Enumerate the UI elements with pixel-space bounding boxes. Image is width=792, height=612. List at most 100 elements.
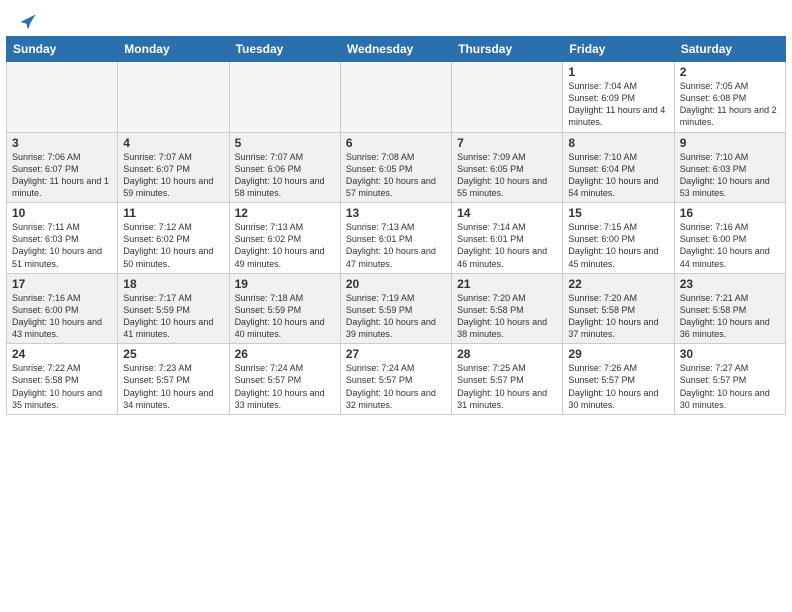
- weekday-header-tuesday: Tuesday: [229, 37, 340, 62]
- day-cell: 16Sunrise: 7:16 AMSunset: 6:00 PMDayligh…: [674, 203, 785, 274]
- calendar-table: SundayMondayTuesdayWednesdayThursdayFrid…: [6, 36, 786, 415]
- day-cell: 11Sunrise: 7:12 AMSunset: 6:02 PMDayligh…: [118, 203, 229, 274]
- day-cell: 22Sunrise: 7:20 AMSunset: 5:58 PMDayligh…: [563, 273, 674, 344]
- day-cell: 27Sunrise: 7:24 AMSunset: 5:57 PMDayligh…: [340, 344, 451, 415]
- weekday-header-sunday: Sunday: [7, 37, 118, 62]
- header: [0, 0, 792, 36]
- day-info: Sunrise: 7:08 AMSunset: 6:05 PMDaylight:…: [346, 151, 446, 200]
- day-cell: 2Sunrise: 7:05 AMSunset: 6:08 PMDaylight…: [674, 62, 785, 133]
- day-number: 12: [235, 206, 335, 220]
- day-number: 14: [457, 206, 557, 220]
- week-row-0: 1Sunrise: 7:04 AMSunset: 6:09 PMDaylight…: [7, 62, 786, 133]
- weekday-header-friday: Friday: [563, 37, 674, 62]
- day-cell: 26Sunrise: 7:24 AMSunset: 5:57 PMDayligh…: [229, 344, 340, 415]
- day-info: Sunrise: 7:04 AMSunset: 6:09 PMDaylight:…: [568, 80, 668, 129]
- day-info: Sunrise: 7:09 AMSunset: 6:05 PMDaylight:…: [457, 151, 557, 200]
- day-cell: 24Sunrise: 7:22 AMSunset: 5:58 PMDayligh…: [7, 344, 118, 415]
- day-info: Sunrise: 7:20 AMSunset: 5:58 PMDaylight:…: [457, 292, 557, 341]
- weekday-header-monday: Monday: [118, 37, 229, 62]
- day-info: Sunrise: 7:17 AMSunset: 5:59 PMDaylight:…: [123, 292, 223, 341]
- day-info: Sunrise: 7:07 AMSunset: 6:07 PMDaylight:…: [123, 151, 223, 200]
- day-cell: 14Sunrise: 7:14 AMSunset: 6:01 PMDayligh…: [452, 203, 563, 274]
- day-number: 7: [457, 136, 557, 150]
- weekday-header-saturday: Saturday: [674, 37, 785, 62]
- day-cell: [229, 62, 340, 133]
- day-cell: 23Sunrise: 7:21 AMSunset: 5:58 PMDayligh…: [674, 273, 785, 344]
- day-info: Sunrise: 7:12 AMSunset: 6:02 PMDaylight:…: [123, 221, 223, 270]
- logo: [16, 12, 38, 28]
- day-cell: 7Sunrise: 7:09 AMSunset: 6:05 PMDaylight…: [452, 132, 563, 203]
- day-cell: 28Sunrise: 7:25 AMSunset: 5:57 PMDayligh…: [452, 344, 563, 415]
- day-info: Sunrise: 7:13 AMSunset: 6:01 PMDaylight:…: [346, 221, 446, 270]
- day-info: Sunrise: 7:16 AMSunset: 6:00 PMDaylight:…: [680, 221, 780, 270]
- day-info: Sunrise: 7:13 AMSunset: 6:02 PMDaylight:…: [235, 221, 335, 270]
- day-number: 9: [680, 136, 780, 150]
- day-cell: 12Sunrise: 7:13 AMSunset: 6:02 PMDayligh…: [229, 203, 340, 274]
- day-cell: 8Sunrise: 7:10 AMSunset: 6:04 PMDaylight…: [563, 132, 674, 203]
- page: SundayMondayTuesdayWednesdayThursdayFrid…: [0, 0, 792, 612]
- day-cell: 9Sunrise: 7:10 AMSunset: 6:03 PMDaylight…: [674, 132, 785, 203]
- day-info: Sunrise: 7:19 AMSunset: 5:59 PMDaylight:…: [346, 292, 446, 341]
- day-number: 18: [123, 277, 223, 291]
- calendar-wrapper: SundayMondayTuesdayWednesdayThursdayFrid…: [0, 36, 792, 421]
- day-cell: 4Sunrise: 7:07 AMSunset: 6:07 PMDaylight…: [118, 132, 229, 203]
- day-info: Sunrise: 7:26 AMSunset: 5:57 PMDaylight:…: [568, 362, 668, 411]
- day-info: Sunrise: 7:27 AMSunset: 5:57 PMDaylight:…: [680, 362, 780, 411]
- day-info: Sunrise: 7:14 AMSunset: 6:01 PMDaylight:…: [457, 221, 557, 270]
- day-info: Sunrise: 7:06 AMSunset: 6:07 PMDaylight:…: [12, 151, 112, 200]
- day-cell: [340, 62, 451, 133]
- day-info: Sunrise: 7:21 AMSunset: 5:58 PMDaylight:…: [680, 292, 780, 341]
- day-cell: [452, 62, 563, 133]
- day-info: Sunrise: 7:05 AMSunset: 6:08 PMDaylight:…: [680, 80, 780, 129]
- day-number: 8: [568, 136, 668, 150]
- weekday-header-wednesday: Wednesday: [340, 37, 451, 62]
- day-number: 17: [12, 277, 112, 291]
- day-number: 21: [457, 277, 557, 291]
- day-cell: 18Sunrise: 7:17 AMSunset: 5:59 PMDayligh…: [118, 273, 229, 344]
- day-cell: [118, 62, 229, 133]
- day-number: 27: [346, 347, 446, 361]
- day-info: Sunrise: 7:22 AMSunset: 5:58 PMDaylight:…: [12, 362, 112, 411]
- day-cell: 17Sunrise: 7:16 AMSunset: 6:00 PMDayligh…: [7, 273, 118, 344]
- week-row-2: 10Sunrise: 7:11 AMSunset: 6:03 PMDayligh…: [7, 203, 786, 274]
- day-cell: 19Sunrise: 7:18 AMSunset: 5:59 PMDayligh…: [229, 273, 340, 344]
- day-info: Sunrise: 7:24 AMSunset: 5:57 PMDaylight:…: [346, 362, 446, 411]
- day-cell: 1Sunrise: 7:04 AMSunset: 6:09 PMDaylight…: [563, 62, 674, 133]
- day-number: 30: [680, 347, 780, 361]
- day-info: Sunrise: 7:11 AMSunset: 6:03 PMDaylight:…: [12, 221, 112, 270]
- day-number: 19: [235, 277, 335, 291]
- day-info: Sunrise: 7:16 AMSunset: 6:00 PMDaylight:…: [12, 292, 112, 341]
- day-info: Sunrise: 7:23 AMSunset: 5:57 PMDaylight:…: [123, 362, 223, 411]
- day-number: 26: [235, 347, 335, 361]
- day-number: 5: [235, 136, 335, 150]
- day-info: Sunrise: 7:07 AMSunset: 6:06 PMDaylight:…: [235, 151, 335, 200]
- day-number: 4: [123, 136, 223, 150]
- day-cell: 6Sunrise: 7:08 AMSunset: 6:05 PMDaylight…: [340, 132, 451, 203]
- day-cell: 20Sunrise: 7:19 AMSunset: 5:59 PMDayligh…: [340, 273, 451, 344]
- day-info: Sunrise: 7:20 AMSunset: 5:58 PMDaylight:…: [568, 292, 668, 341]
- day-number: 1: [568, 65, 668, 79]
- weekday-header-thursday: Thursday: [452, 37, 563, 62]
- logo-bird-icon: [18, 12, 38, 32]
- day-number: 6: [346, 136, 446, 150]
- day-info: Sunrise: 7:10 AMSunset: 6:04 PMDaylight:…: [568, 151, 668, 200]
- day-cell: 10Sunrise: 7:11 AMSunset: 6:03 PMDayligh…: [7, 203, 118, 274]
- day-cell: 13Sunrise: 7:13 AMSunset: 6:01 PMDayligh…: [340, 203, 451, 274]
- day-info: Sunrise: 7:18 AMSunset: 5:59 PMDaylight:…: [235, 292, 335, 341]
- day-number: 3: [12, 136, 112, 150]
- weekday-header-row: SundayMondayTuesdayWednesdayThursdayFrid…: [7, 37, 786, 62]
- day-number: 24: [12, 347, 112, 361]
- day-number: 11: [123, 206, 223, 220]
- day-cell: 5Sunrise: 7:07 AMSunset: 6:06 PMDaylight…: [229, 132, 340, 203]
- day-info: Sunrise: 7:15 AMSunset: 6:00 PMDaylight:…: [568, 221, 668, 270]
- day-info: Sunrise: 7:10 AMSunset: 6:03 PMDaylight:…: [680, 151, 780, 200]
- day-cell: 15Sunrise: 7:15 AMSunset: 6:00 PMDayligh…: [563, 203, 674, 274]
- day-number: 20: [346, 277, 446, 291]
- day-number: 2: [680, 65, 780, 79]
- day-number: 10: [12, 206, 112, 220]
- day-number: 28: [457, 347, 557, 361]
- day-number: 25: [123, 347, 223, 361]
- day-number: 13: [346, 206, 446, 220]
- week-row-4: 24Sunrise: 7:22 AMSunset: 5:58 PMDayligh…: [7, 344, 786, 415]
- week-row-3: 17Sunrise: 7:16 AMSunset: 6:00 PMDayligh…: [7, 273, 786, 344]
